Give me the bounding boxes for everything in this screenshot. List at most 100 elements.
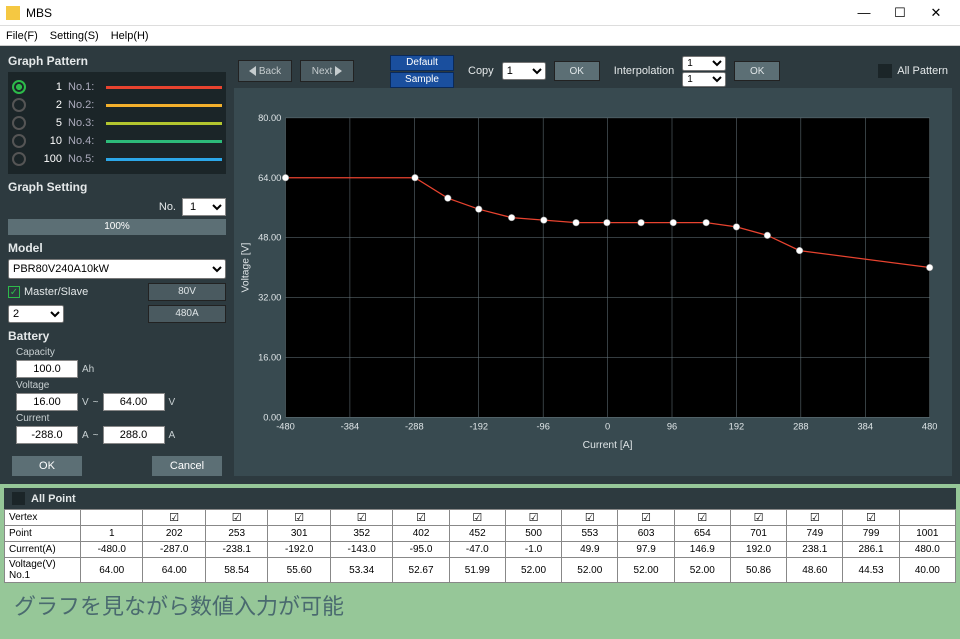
svg-text:-192: -192 xyxy=(469,422,488,432)
copy-select[interactable]: 1 xyxy=(502,62,546,80)
table-cell[interactable]: 58.54 xyxy=(205,558,267,583)
model-select[interactable]: PBR80V240A10kW xyxy=(8,259,226,279)
copy-ok-button[interactable]: OK xyxy=(554,61,600,81)
table-cell[interactable]: -47.0 xyxy=(449,542,505,558)
table-cell[interactable]: ☑ xyxy=(505,510,561,526)
master-slave-check[interactable]: ✓ xyxy=(8,286,20,298)
table-cell[interactable]: -480.0 xyxy=(81,542,143,558)
table-cell[interactable]: 192.0 xyxy=(730,542,786,558)
table-cell[interactable]: 55.60 xyxy=(268,558,330,583)
table-cell[interactable]: 52.67 xyxy=(393,558,449,583)
all-pattern-checkbox[interactable] xyxy=(878,64,892,78)
setting-no-select[interactable]: 1 xyxy=(182,198,226,216)
table-cell[interactable]: 52.00 xyxy=(618,558,674,583)
interpolation-label: Interpolation xyxy=(614,65,675,77)
table-cell[interactable]: 701 xyxy=(730,526,786,542)
table-cell[interactable] xyxy=(81,510,143,526)
table-cell[interactable]: ☑ xyxy=(330,510,392,526)
table-cell[interactable]: 1 xyxy=(81,526,143,542)
pattern-row-10[interactable]: 10 No.4: xyxy=(12,132,222,150)
master-slave-volt: 80V xyxy=(148,283,226,301)
table-cell[interactable]: 50.86 xyxy=(730,558,786,583)
close-button[interactable]: ✕ xyxy=(918,1,954,25)
table-cell[interactable]: -143.0 xyxy=(330,542,392,558)
pattern-row-100[interactable]: 100 No.5: xyxy=(12,150,222,168)
pattern-row-2[interactable]: 2 No.2: xyxy=(12,96,222,114)
table-cell[interactable]: 301 xyxy=(268,526,330,542)
cancel-button[interactable]: Cancel xyxy=(152,456,222,476)
table-cell[interactable]: 402 xyxy=(393,526,449,542)
maximize-button[interactable]: ☐ xyxy=(882,1,918,25)
menu-file[interactable]: File(F) xyxy=(6,30,38,42)
table-cell[interactable]: ☑ xyxy=(562,510,618,526)
next-button[interactable]: Next xyxy=(300,60,354,82)
table-cell[interactable]: 48.60 xyxy=(787,558,843,583)
voltage-min-input[interactable] xyxy=(16,393,78,411)
table-cell[interactable]: 480.0 xyxy=(899,542,955,558)
current-min-input[interactable] xyxy=(16,426,78,444)
table-cell[interactable]: 654 xyxy=(674,526,730,542)
table-cell[interactable]: 603 xyxy=(618,526,674,542)
table-cell[interactable]: 452 xyxy=(449,526,505,542)
table-cell[interactable]: ☑ xyxy=(618,510,674,526)
table-cell[interactable]: 238.1 xyxy=(787,542,843,558)
table-cell[interactable]: 146.9 xyxy=(674,542,730,558)
copy-label: Copy xyxy=(468,65,494,77)
sample-button[interactable]: Sample xyxy=(390,72,454,88)
menu-help[interactable]: Help(H) xyxy=(111,30,149,42)
table-cell[interactable]: 553 xyxy=(562,526,618,542)
table-cell[interactable]: -287.0 xyxy=(143,542,205,558)
graph-pattern-title: Graph Pattern xyxy=(8,54,226,68)
table-cell[interactable]: ☑ xyxy=(268,510,330,526)
table-cell[interactable]: 52.00 xyxy=(562,558,618,583)
table-cell[interactable]: 500 xyxy=(505,526,561,542)
pattern-row-5[interactable]: 5 No.3: xyxy=(12,114,222,132)
minimize-button[interactable]: — xyxy=(846,1,882,25)
table-cell[interactable]: 253 xyxy=(205,526,267,542)
table-cell[interactable]: 286.1 xyxy=(843,542,899,558)
interpolation-ok-button[interactable]: OK xyxy=(734,61,780,81)
table-cell[interactable]: 64.00 xyxy=(81,558,143,583)
voltage-current-chart[interactable]: -480-384-288-192-960961922883844800.0016… xyxy=(238,96,940,468)
table-cell[interactable]: 52.00 xyxy=(674,558,730,583)
table-cell[interactable]: 64.00 xyxy=(143,558,205,583)
table-cell[interactable]: -1.0 xyxy=(505,542,561,558)
table-cell[interactable]: ☑ xyxy=(205,510,267,526)
table-cell[interactable]: ☑ xyxy=(787,510,843,526)
table-cell[interactable]: ☑ xyxy=(730,510,786,526)
default-button[interactable]: Default xyxy=(390,55,454,71)
table-cell[interactable]: 1001 xyxy=(899,526,955,542)
menu-setting[interactable]: Setting(S) xyxy=(50,30,99,42)
current-max-input[interactable] xyxy=(103,426,165,444)
interpolation-select-b[interactable]: 1 xyxy=(682,72,726,87)
ok-button[interactable]: OK xyxy=(12,456,82,476)
table-cell[interactable]: ☑ xyxy=(674,510,730,526)
capacity-input[interactable] xyxy=(16,360,78,378)
all-point-checkbox[interactable] xyxy=(12,492,25,505)
table-cell[interactable]: ☑ xyxy=(393,510,449,526)
pattern-row-1[interactable]: 1 No.1: xyxy=(12,78,222,96)
table-cell[interactable]: 51.99 xyxy=(449,558,505,583)
interpolation-select-a[interactable]: 1 xyxy=(682,56,726,71)
back-button[interactable]: Back xyxy=(238,60,292,82)
pattern-color-swatch xyxy=(106,158,222,161)
table-cell[interactable]: ☑ xyxy=(449,510,505,526)
table-cell[interactable]: 40.00 xyxy=(899,558,955,583)
table-cell[interactable]: ☑ xyxy=(843,510,899,526)
table-cell[interactable]: -95.0 xyxy=(393,542,449,558)
table-cell[interactable]: 352 xyxy=(330,526,392,542)
master-slave-count[interactable]: 2 xyxy=(8,305,64,323)
table-cell[interactable]: 44.53 xyxy=(843,558,899,583)
table-cell[interactable]: 97.9 xyxy=(618,542,674,558)
table-cell[interactable]: 202 xyxy=(143,526,205,542)
table-cell[interactable]: -192.0 xyxy=(268,542,330,558)
table-cell[interactable] xyxy=(899,510,955,526)
table-cell[interactable]: 799 xyxy=(843,526,899,542)
table-cell[interactable]: 52.00 xyxy=(505,558,561,583)
table-cell[interactable]: 53.34 xyxy=(330,558,392,583)
table-cell[interactable]: ☑ xyxy=(143,510,205,526)
table-cell[interactable]: 749 xyxy=(787,526,843,542)
table-cell[interactable]: -238.1 xyxy=(205,542,267,558)
voltage-max-input[interactable] xyxy=(103,393,165,411)
table-cell[interactable]: 49.9 xyxy=(562,542,618,558)
